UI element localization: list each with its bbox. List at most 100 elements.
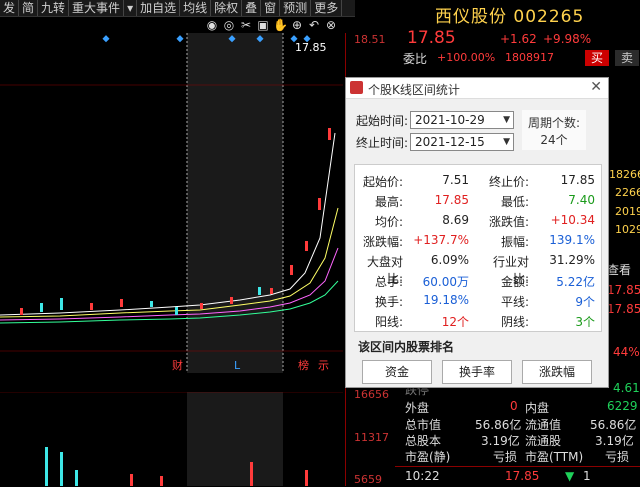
current-price-label: 17.85 [295, 41, 327, 54]
undo-icon[interactable]: ↶ [307, 18, 321, 32]
tick-row: 10:22 17.85 ▼ 1 [395, 466, 640, 487]
stat-value: 139.1% [549, 233, 595, 247]
total-shares-label: 总股本 [405, 434, 442, 448]
add-icon[interactable]: ⊕ [290, 18, 304, 32]
stat-label: 换手: [374, 295, 403, 309]
close-icon[interactable]: ✕ [590, 79, 602, 95]
app-icon [350, 81, 363, 94]
total-shares-value: 3.19亿 [481, 434, 520, 448]
toolbar-jian[interactable]: 简 [19, 0, 39, 16]
marker-lian: 示 [318, 359, 329, 372]
tick-volume: 1 [583, 469, 591, 483]
dialog-title: 个股K线区间统计 [368, 83, 460, 97]
eye-icon[interactable]: ◉ [205, 18, 219, 32]
close-icon[interactable]: ⊗ [324, 18, 338, 32]
inner-volume-value: 6229 [607, 399, 638, 413]
chevron-down-icon: ▼ [503, 115, 510, 125]
stat-value: +137.7% [413, 233, 469, 247]
toolbar-major-events[interactable]: 重大事件 [69, 0, 125, 16]
outer-volume-value: 0 [510, 399, 518, 413]
buy-button[interactable]: 买 [585, 50, 609, 66]
period-count-box: 周期个数: 24个 [522, 110, 586, 150]
stock-title: 西仪股份 002265 [435, 7, 585, 27]
stat-value: 6.09% [430, 253, 469, 267]
marker-bang: 榜 [298, 358, 309, 372]
stats-table: 起始价: 7.51 终止价: 17.85 最高: 17.85 最低: 7.40 … [354, 164, 602, 332]
side-price: 17.85 [607, 283, 640, 297]
stat-value: 60.00万 [422, 275, 469, 289]
stat-label: 最低: [500, 195, 529, 209]
last-price: 17.85 [407, 28, 456, 48]
stat-value: 17.85 [434, 193, 469, 207]
stat-value: 12个 [441, 315, 469, 329]
stat-value: 5.22亿 [556, 275, 595, 289]
stat-label: 总手: [374, 275, 403, 289]
side-pct: 44% [613, 345, 640, 359]
top-toolbar: 发 简 九转 重大事件 ▾ 加自选 均线 除权 叠 窗 预测 更多 [0, 0, 355, 17]
price-change-pct: +9.98% [543, 32, 592, 46]
stat-value: 7.51 [442, 173, 469, 187]
kline-chart[interactable]: 17.85 财 L 榜 示 [0, 33, 343, 373]
side-value: 1029 [615, 223, 640, 236]
capital-button[interactable]: 资金 [362, 360, 432, 384]
price-change: +1.62 [500, 32, 537, 46]
outer-volume-label: 外盘 [405, 401, 430, 415]
start-time-select[interactable]: 2021-10-29 ▼ [410, 111, 514, 129]
stat-value: 3个 [575, 315, 595, 329]
sell-button[interactable]: 卖 [615, 50, 639, 66]
side-value: 18266 [609, 168, 640, 181]
axis-label-top: 18.51 [354, 33, 386, 46]
end-time-select[interactable]: 2021-12-15 ▼ [410, 133, 514, 151]
side-value: 2266 [615, 186, 640, 199]
toolbar-more[interactable]: 更多 [311, 0, 343, 16]
stat-value: 31.29% [549, 253, 595, 267]
toolbar-ex-rights[interactable]: 除权 [211, 0, 243, 16]
change-pct-button[interactable]: 涨跌幅 [522, 360, 592, 384]
lock-icon[interactable]: ▣ [256, 18, 270, 32]
scissors-icon[interactable]: ✂ [239, 18, 253, 32]
rank-heading: 该区间内股票排名 [358, 340, 455, 354]
volume-axis-label-3: 5659 [354, 473, 382, 486]
toolbar-forecast[interactable]: 预测 [280, 0, 312, 16]
stat-value: 7.40 [568, 193, 595, 207]
float-shares-label: 流通股 [525, 434, 562, 448]
stat-value: +10.34 [550, 213, 595, 227]
side-price: 17.85 [607, 302, 640, 316]
kline-range-stats-dialog: 个股K线区间统计 ✕ 起始时间: 2021-10-29 ▼ 终止时间: 2021-… [345, 77, 609, 388]
weibi-count: 1808917 [505, 51, 554, 64]
ma-line-1 [0, 132, 336, 316]
view-link[interactable]: 查看 [607, 261, 631, 278]
marker-l: L [234, 359, 241, 372]
stat-label: 金额: [500, 275, 529, 289]
toolbar-dropdown-chevron-icon[interactable]: ▾ [124, 0, 138, 16]
side-value: 4.61 [613, 381, 640, 395]
toolbar-window[interactable]: 窗 [261, 0, 281, 16]
marker-fin: 财 [172, 358, 183, 372]
toolbar-overlay[interactable]: 叠 [242, 0, 262, 16]
stat-value: 9个 [575, 295, 595, 309]
weibi-label: 委比 [403, 52, 428, 66]
float-shares-value: 3.19亿 [595, 434, 634, 448]
side-value: 2019 [615, 205, 640, 218]
stat-label: 振幅: [500, 235, 529, 249]
hand-icon[interactable]: ✋ [273, 18, 288, 32]
ma-line-4 [0, 280, 339, 324]
toolbar-add-watchlist[interactable]: 加自选 [137, 0, 181, 16]
chart-icon-bar: ◉ ◎ ✂ ▣ ✋ ⊕ ↶ ⊗ [205, 17, 355, 33]
turnover-button[interactable]: 换手率 [442, 360, 512, 384]
toolbar-moving-average[interactable]: 均线 [180, 0, 212, 16]
volume-chart[interactable] [0, 392, 343, 486]
stat-value: 19.18% [423, 293, 469, 307]
stat-label: 阴线: [500, 315, 529, 329]
start-time-label: 起始时间: [356, 114, 409, 128]
toolbar-jiuzhuan[interactable]: 九转 [38, 0, 70, 16]
down-arrow-icon: ▼ [565, 469, 575, 483]
weibi-value: +100.00% [437, 51, 496, 64]
toolbar-fa[interactable]: 发 [0, 0, 20, 16]
end-time-label: 终止时间: [356, 136, 409, 150]
eye-off-icon[interactable]: ◎ [222, 18, 236, 32]
pe-ttm-label: 市盈(TTM) [525, 450, 584, 464]
stat-label: 最高: [374, 195, 403, 209]
tick-time: 10:22 [405, 469, 440, 483]
tick-price: 17.85 [505, 469, 540, 483]
